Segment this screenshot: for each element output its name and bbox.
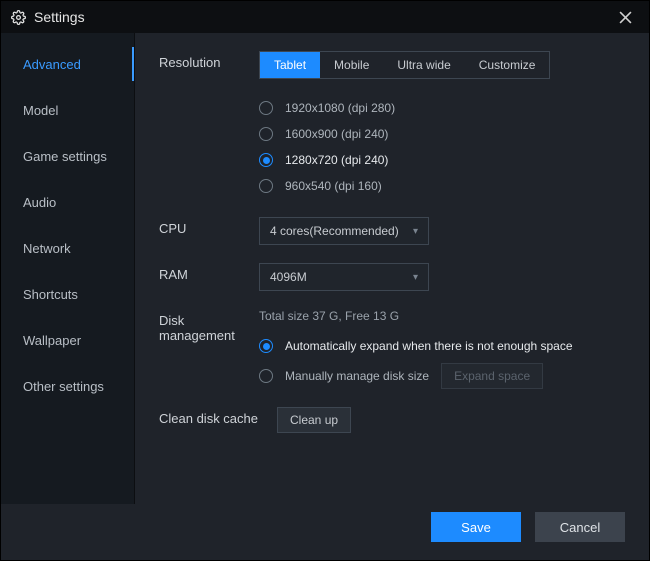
sidebar-item-label: Shortcuts [23,287,78,302]
radio-icon [259,369,273,383]
chevron-down-icon: ▾ [413,226,418,237]
row-ram: RAM 4096M ▾ [159,263,625,291]
option-label: 1600x900 (dpi 240) [285,127,388,141]
radio-icon [259,127,273,141]
resolution-options: 1920x1080 (dpi 280) 1600x900 (dpi 240) 1… [259,95,625,199]
tab-customize[interactable]: Customize [465,52,550,78]
footer: Save Cancel [1,504,649,560]
chevron-down-icon: ▾ [413,272,418,283]
disk-option-auto[interactable]: Automatically expand when there is not e… [259,333,625,359]
sidebar-item-label: Wallpaper [23,333,81,348]
sidebar-item-label: Game settings [23,149,107,164]
tab-label: Mobile [334,58,369,72]
clean-label: Clean disk cache [159,407,277,426]
tab-label: Tablet [274,58,306,72]
row-clean: Clean disk cache Clean up [159,407,625,433]
tab-label: Ultra wide [397,58,450,72]
cancel-button[interactable]: Cancel [535,512,625,542]
resolution-option[interactable]: 960x540 (dpi 160) [259,173,625,199]
ram-value: 4096M [270,270,307,284]
sidebar-item-model[interactable]: Model [1,87,135,133]
option-label: Automatically expand when there is not e… [285,339,573,353]
sidebar-item-label: Advanced [23,57,81,72]
radio-icon [259,101,273,115]
sidebar-item-label: Model [23,103,58,118]
window-title: Settings [34,9,619,25]
expand-space-button: Expand space [441,363,543,389]
cpu-label: CPU [159,217,259,236]
clean-up-button[interactable]: Clean up [277,407,351,433]
ram-select[interactable]: 4096M ▾ [259,263,429,291]
tab-label: Customize [479,58,536,72]
gear-icon [11,10,26,25]
sidebar-item-advanced[interactable]: Advanced [1,41,135,87]
row-cpu: CPU 4 cores(Recommended) ▾ [159,217,625,245]
tab-mobile[interactable]: Mobile [320,52,383,78]
sidebar: Advanced Model Game settings Audio Netwo… [1,33,135,504]
sidebar-item-label: Network [23,241,71,256]
row-resolution: Resolution Tablet Mobile Ultra wide Cust… [159,51,625,199]
resolution-label: Resolution [159,51,259,70]
row-disk: Disk management Total size 37 G, Free 13… [159,309,625,389]
sidebar-item-game-settings[interactable]: Game settings [1,133,135,179]
sidebar-item-wallpaper[interactable]: Wallpaper [1,317,135,363]
disk-info: Total size 37 G, Free 13 G [259,309,625,323]
option-label: 1920x1080 (dpi 280) [285,101,395,115]
option-label: 1280x720 (dpi 240) [285,153,388,167]
radio-icon [259,153,273,167]
tab-ultra-wide[interactable]: Ultra wide [383,52,464,78]
save-button[interactable]: Save [431,512,521,542]
window-body: Advanced Model Game settings Audio Netwo… [1,33,649,504]
radio-icon [259,179,273,193]
content-pane: Resolution Tablet Mobile Ultra wide Cust… [135,33,649,504]
title-bar: Settings [1,1,649,33]
sidebar-item-label: Audio [23,195,56,210]
sidebar-item-other-settings[interactable]: Other settings [1,363,135,409]
sidebar-item-shortcuts[interactable]: Shortcuts [1,271,135,317]
disk-label: Disk management [159,309,259,343]
resolution-tabs: Tablet Mobile Ultra wide Customize [259,51,550,79]
radio-icon [259,339,273,353]
cpu-value: 4 cores(Recommended) [270,224,399,238]
resolution-option[interactable]: 1600x900 (dpi 240) [259,121,625,147]
ram-label: RAM [159,263,259,282]
resolution-option[interactable]: 1280x720 (dpi 240) [259,147,625,173]
settings-window: Settings Advanced Model Game settings Au… [0,0,650,561]
option-label: Manually manage disk size [285,369,429,383]
close-button[interactable] [619,11,639,24]
tab-tablet[interactable]: Tablet [260,52,320,78]
option-label: 960x540 (dpi 160) [285,179,382,193]
disk-option-manual[interactable]: Manually manage disk size Expand space [259,363,625,389]
sidebar-item-audio[interactable]: Audio [1,179,135,225]
sidebar-item-label: Other settings [23,379,104,394]
cpu-select[interactable]: 4 cores(Recommended) ▾ [259,217,429,245]
resolution-option[interactable]: 1920x1080 (dpi 280) [259,95,625,121]
sidebar-item-network[interactable]: Network [1,225,135,271]
